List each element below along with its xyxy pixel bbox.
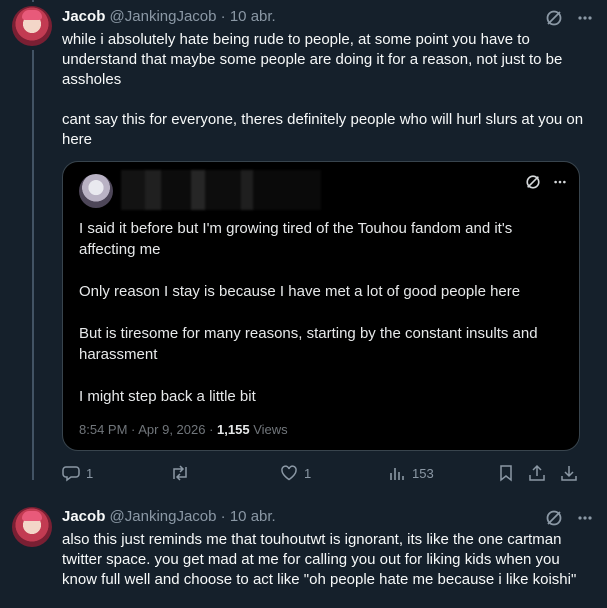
quoted-tweet-meta: 8:54 PM · Apr 9, 2026 · 1,155 Views — [79, 422, 288, 437]
download-button[interactable] — [560, 462, 578, 484]
grok-icon[interactable] — [545, 9, 563, 27]
quoted-name-censored — [121, 170, 321, 210]
like-count: 1 — [304, 465, 312, 481]
quoted-header-icons — [525, 174, 567, 190]
tweet-text: also this just reminds me that touhoutwt… — [62, 531, 577, 588]
tweet-header-icons — [545, 509, 593, 527]
grok-icon[interactable] — [525, 174, 541, 190]
share-icon — [528, 464, 546, 482]
tweet-header-icons — [545, 9, 593, 27]
quoted-avatar[interactable] — [79, 174, 113, 208]
tweet-actions: 1 1 153 — [62, 462, 582, 484]
views-button[interactable]: 153 — [388, 462, 434, 484]
tweet-text: while i absolutely hate being rude to pe… — [62, 31, 584, 148]
retweet-button[interactable] — [170, 462, 196, 484]
separator: · — [220, 508, 226, 525]
reply-count: 1 — [86, 465, 94, 481]
views-count: 153 — [412, 465, 434, 481]
more-icon[interactable] — [577, 510, 593, 526]
quoted-tweet[interactable]: I said it before but I'm growing tired o… — [62, 161, 580, 451]
tweet-header: Jacob @JankingJacob · 10 abr. — [62, 7, 276, 27]
views-icon — [388, 464, 406, 482]
more-icon[interactable] — [553, 175, 567, 189]
download-icon — [560, 464, 578, 482]
tweet[interactable]: Jacob @JankingJacob · 10 abr. while i ab… — [0, 0, 607, 495]
grok-icon[interactable] — [545, 509, 563, 527]
quoted-views-count: 1,155 — [217, 422, 250, 437]
display-name[interactable]: Jacob — [62, 8, 105, 25]
avatar[interactable] — [12, 507, 52, 547]
bookmark-icon — [498, 464, 514, 482]
more-icon[interactable] — [577, 10, 593, 26]
quoted-tweet-text: I said it before but I'm growing tired o… — [79, 220, 538, 405]
tweet-date[interactable]: 10 abr. — [230, 508, 276, 525]
share-button[interactable] — [528, 462, 546, 484]
avatar[interactable] — [12, 6, 52, 46]
like-button[interactable]: 1 — [280, 462, 311, 484]
quoted-timestamp[interactable]: 8:54 PM · Apr 9, 2026 · — [79, 422, 217, 437]
reply-icon — [62, 464, 80, 482]
like-icon — [280, 464, 298, 482]
tweet-header: Jacob @JankingJacob · 10 abr. — [62, 507, 276, 527]
reply-button[interactable]: 1 — [62, 462, 93, 484]
tweet-date[interactable]: 10 abr. — [230, 8, 276, 25]
quoted-views-label: Views — [249, 422, 288, 437]
retweet-icon — [170, 464, 190, 482]
user-handle[interactable]: @JankingJacob — [110, 508, 217, 525]
display-name[interactable]: Jacob — [62, 508, 105, 525]
separator: · — [220, 8, 226, 25]
tweet[interactable]: Jacob @JankingJacob · 10 abr. also this … — [0, 495, 607, 608]
bookmark-button[interactable] — [498, 462, 514, 484]
user-handle[interactable]: @JankingJacob — [110, 8, 217, 25]
